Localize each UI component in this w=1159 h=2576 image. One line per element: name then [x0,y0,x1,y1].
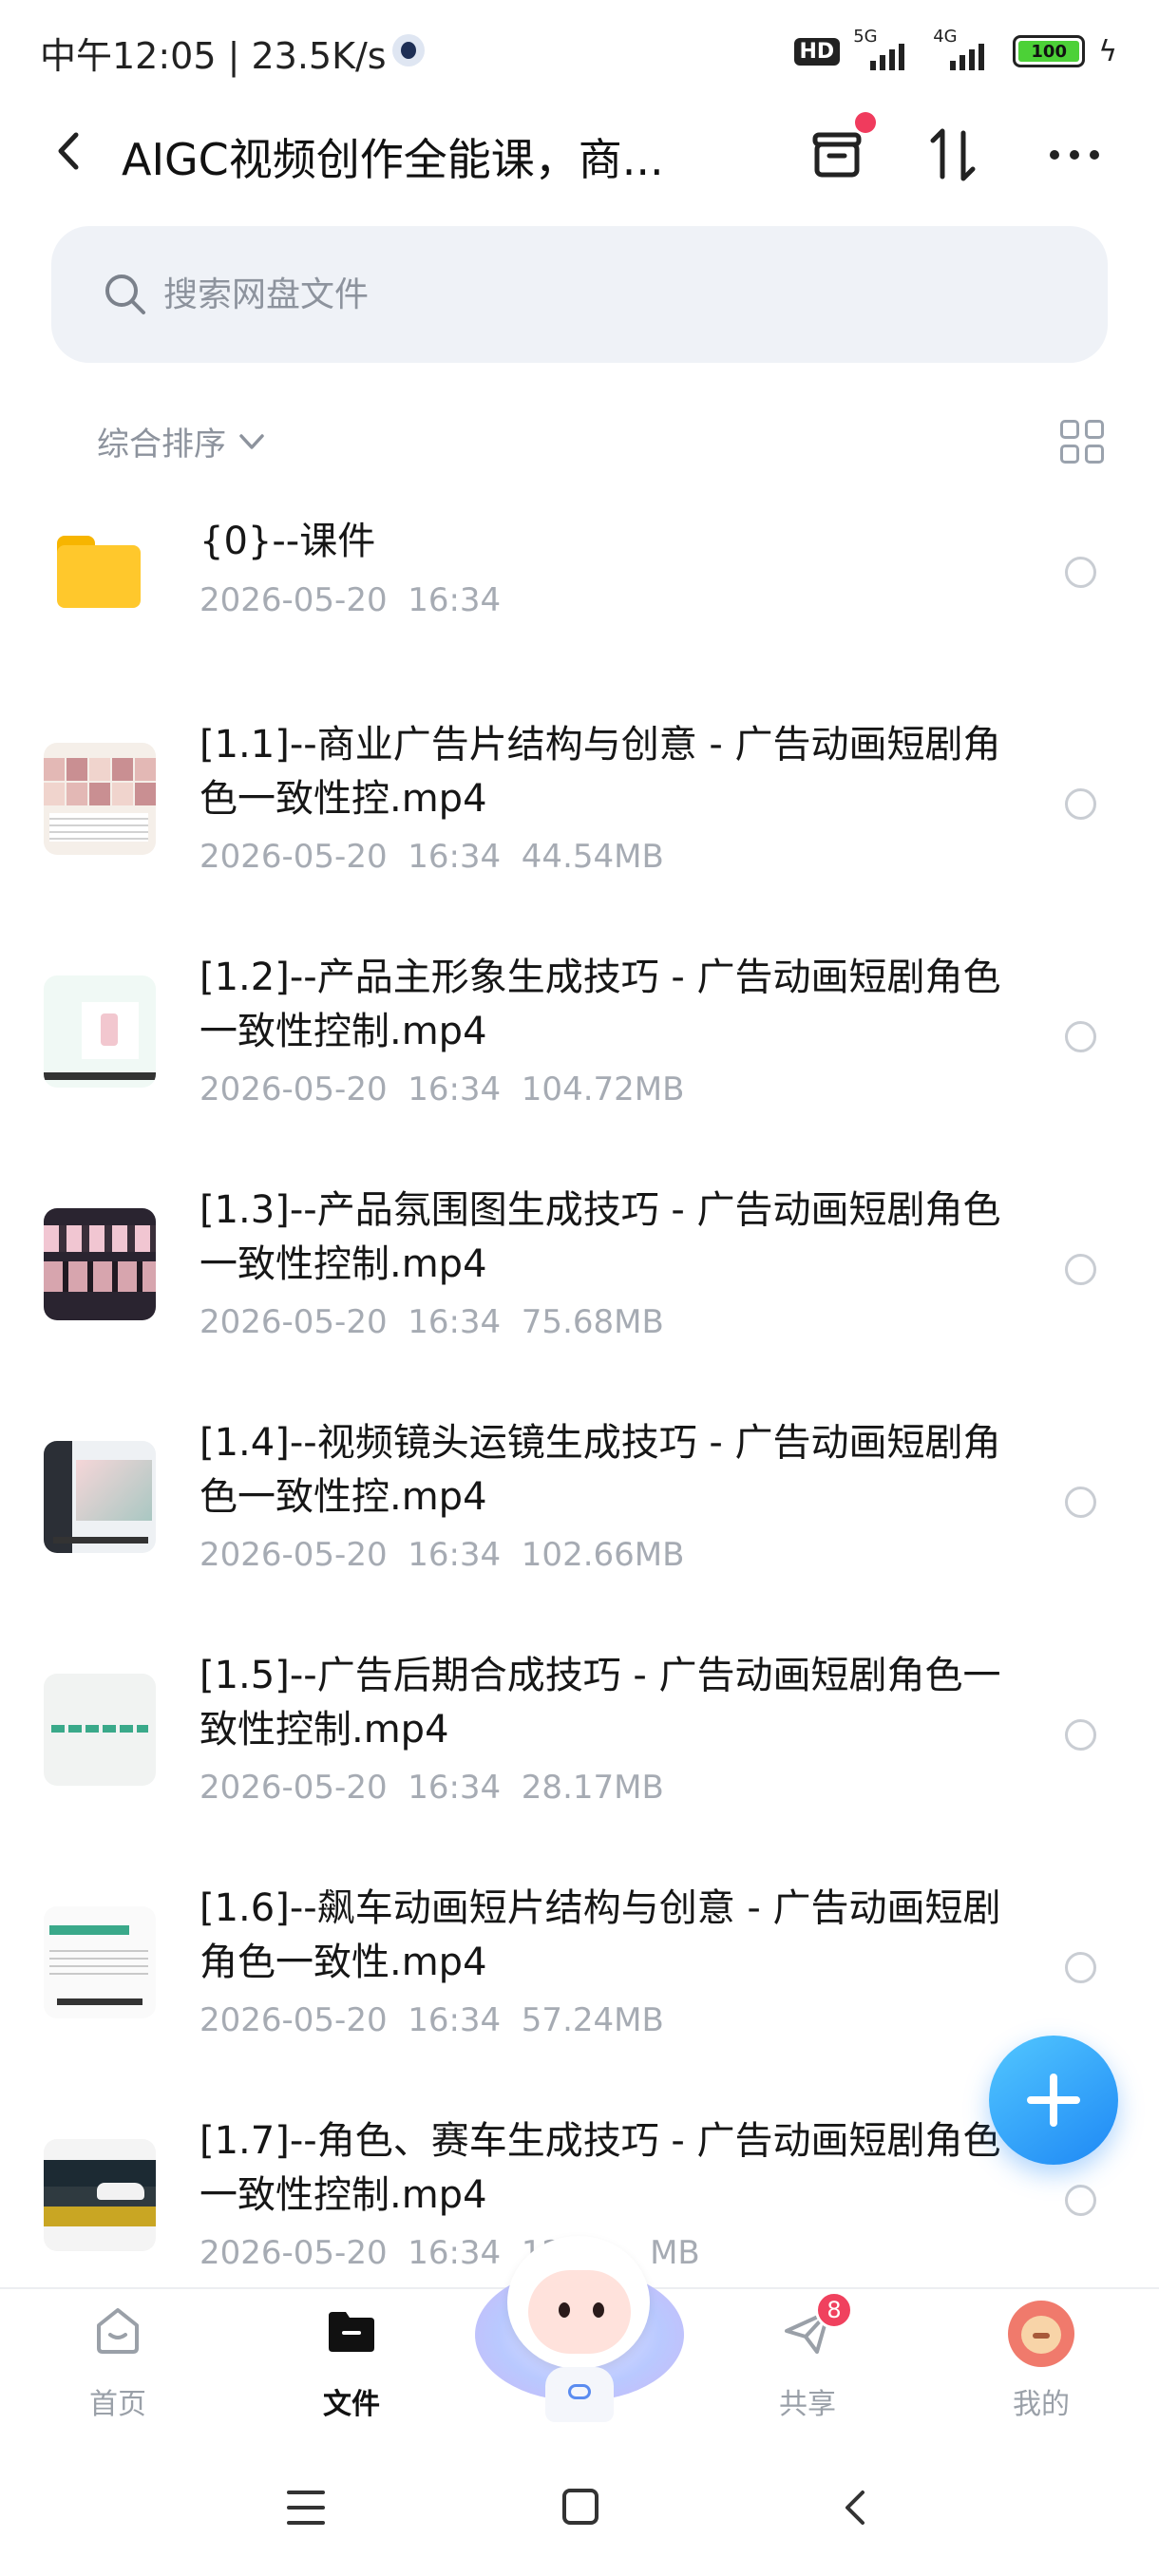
video-thumbnail [44,1208,156,1320]
file-meta: 2026-05-20 16:34 28.17MB [200,1769,664,1807]
select-checkbox[interactable] [1065,788,1096,820]
select-checkbox[interactable] [1065,1719,1096,1751]
folder-icon [57,536,141,608]
select-checkbox[interactable] [1065,1254,1096,1285]
video-thumbnail [44,975,156,1088]
avatar [1008,2301,1074,2367]
select-checkbox[interactable] [1065,1952,1096,1983]
list-item[interactable]: [1.6]--飙车动画短片结构与创意 - 广告动画短剧角色一致性.mp4 202… [0,1868,1159,2058]
share-badge: 8 [815,2291,853,2329]
file-name: {0}--课件 [200,520,376,563]
search-input[interactable] [163,262,1018,327]
file-meta: 2026-05-20 16:34 75.68MB [200,1303,664,1341]
list-item[interactable]: [1.1]--商业广告片结构与创意 - 广告动画短剧角色一致性控.mp4 202… [0,705,1159,895]
file-name: [1.6]--飙车动画短片结构与创意 - 广告动画短剧角色一致性.mp4 [200,1886,1001,1984]
mascot-assistant-button[interactable] [475,2232,684,2432]
search-bar[interactable] [51,226,1108,363]
video-thumbnail [44,1674,156,1786]
list-item[interactable]: [1.4]--视频镜头运镜生成技巧 - 广告动画短剧角色一致性控.mp4 202… [0,1403,1159,1593]
more-icon[interactable] [1041,122,1108,188]
file-meta: 2026-05-20 16:34 104.72MB [200,1070,685,1108]
list-item[interactable]: [1.2]--产品主形象生成技巧 - 广告动画短剧角色一致性控制.mp4 202… [0,938,1159,1127]
select-checkbox[interactable] [1065,2185,1096,2216]
file-name: [1.4]--视频镜头运镜生成技巧 - 广告动画短剧角色一致性控.mp4 [200,1421,1001,1519]
status-right-group: HD 5G 4G 100 ϟ [793,27,1117,70]
file-name: [1.2]--产品主形象生成技巧 - 广告动画短剧角色一致性控制.mp4 [200,956,1001,1053]
file-name: [1.5]--广告后期合成技巧 - 广告动画短剧角色一致性控制.mp4 [200,1654,1001,1752]
select-checkbox[interactable] [1065,1021,1096,1052]
folder-icon [329,2312,374,2352]
file-meta: 2026-05-20 16:34 44.54MB [200,838,664,876]
system-navigation-bar [0,2443,1159,2576]
file-name: [1.1]--商业广告片结构与创意 - 广告动画短剧角色一致性控.mp4 [200,723,1001,821]
notification-app-icon [392,34,425,66]
back-arrow-icon[interactable] [46,127,93,175]
video-thumbnail [44,743,156,855]
video-thumbnail [44,1441,156,1553]
system-back-icon[interactable] [836,2487,874,2529]
nav-share[interactable]: 8 共享 [732,2289,884,2441]
nav-mine[interactable]: 我的 [965,2289,1117,2441]
nav-mine-label: 我的 [1013,2388,1070,2421]
file-meta: 2026-05-20 16:34 57.24MB [200,2001,664,2039]
hd-icon: HD [793,37,841,66]
page-title: AIGC视频创作全能课，商... [122,134,664,185]
signal-4g-icon: 4G [933,27,999,70]
home-icon [97,2308,139,2354]
home-square-icon[interactable] [562,2489,598,2525]
signal-5g-icon: 5G [853,27,920,70]
file-meta: 2026-05-20 16:34 102.66MB [200,1536,685,1574]
select-checkbox[interactable] [1065,557,1096,588]
sort-label: 综合排序 [97,426,226,464]
list-item[interactable]: [1.5]--广告后期合成技巧 - 广告动画短剧角色一致性控制.mp4 2026… [0,1636,1159,1826]
file-name: [1.3]--产品氛围图生成技巧 - 广告动画短剧角色一致性控制.mp4 [200,1188,1001,1286]
transfer-box-button[interactable] [804,112,876,188]
nav-files[interactable]: 文件 [276,2289,428,2441]
sort-arrows-icon[interactable] [920,122,986,188]
battery-icon: 100 [1013,35,1086,67]
status-time: 中午12:05 | 23.5K/s [40,35,387,77]
video-thumbnail [44,2139,156,2251]
nav-share-label: 共享 [779,2388,836,2421]
grid-view-icon[interactable] [1060,420,1104,464]
file-name: [1.7]--角色、赛车生成技巧 - 广告动画短剧角色一致性控制.mp4 [200,2119,1001,2217]
nav-home-label: 首页 [89,2388,146,2421]
nav-files-label: 文件 [323,2388,380,2421]
select-checkbox[interactable] [1065,1487,1096,1518]
video-thumbnail [44,1906,156,2018]
cloud-logo-icon [568,2384,591,2399]
chevron-down-icon [239,433,264,449]
app-header: AIGC视频创作全能课，商... [0,104,1159,199]
notification-dot [855,112,876,133]
file-meta: 2026-05-20 16:34 [200,581,502,619]
list-item[interactable]: [1.3]--产品氛围图生成技巧 - 广告动画短剧角色一致性控制.mp4 202… [0,1170,1159,1360]
recent-apps-icon[interactable] [287,2491,325,2525]
sort-dropdown[interactable]: 综合排序 [97,418,268,464]
search-icon [105,275,145,314]
status-bar: 中午12:05 | 23.5K/s HD 5G 4G 100 ϟ [0,0,1159,95]
nav-home[interactable]: 首页 [42,2289,194,2441]
list-item[interactable]: {0}--课件 2026-05-20 16:34 [0,486,1159,657]
charging-icon: ϟ [1098,34,1117,68]
add-button[interactable] [989,2036,1118,2165]
